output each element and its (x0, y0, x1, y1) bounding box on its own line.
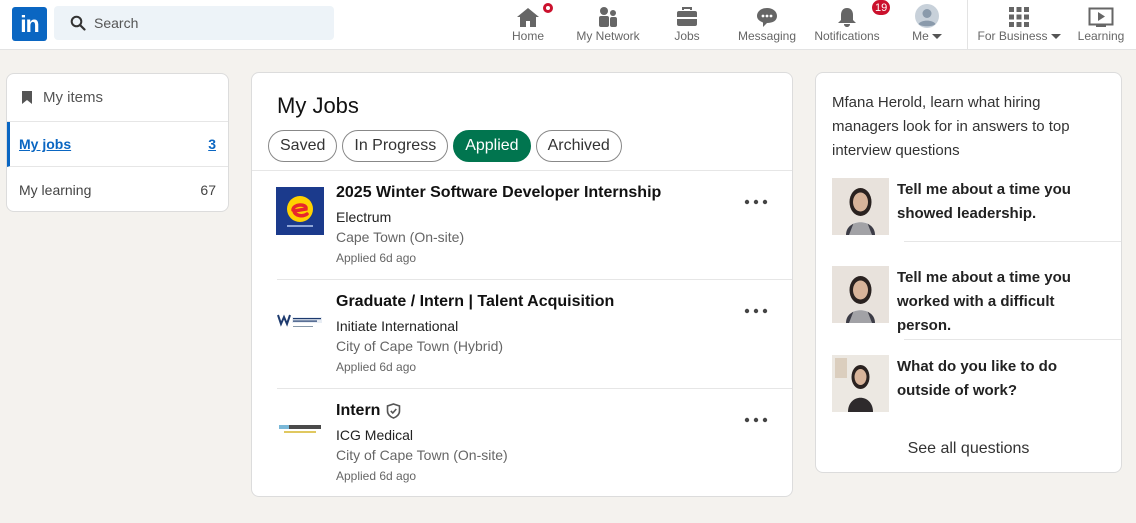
interview-prep-card: Mfana Herold, learn what hiring managers… (815, 72, 1122, 473)
nav-learning-label: Learning (1077, 29, 1125, 43)
page-title: My Jobs (277, 93, 359, 118)
video-thumbnail (832, 178, 889, 235)
icg-medical-logo-mark (279, 425, 321, 433)
my-items-header: My items (7, 74, 228, 122)
see-all-questions-link[interactable]: See all questions (816, 440, 1121, 458)
search-input[interactable] (94, 15, 324, 31)
question-text[interactable]: Tell me about a time you showed leadersh… (897, 178, 1107, 226)
filter-archived[interactable]: Archived (535, 130, 622, 162)
briefcase-icon (677, 7, 697, 26)
divider (904, 339, 1121, 340)
question-text[interactable]: What do you like to do outside of work? (897, 355, 1107, 403)
question-text[interactable]: Tell me about a time you worked with a d… (897, 266, 1107, 338)
my-jobs-card: My Jobs Saved In Progress Applied Archiv… (251, 72, 793, 497)
nav-jobs-label: Jobs (674, 29, 700, 43)
my-learning-link[interactable]: My learning (19, 182, 91, 198)
more-options-icon[interactable] (743, 413, 769, 427)
my-jobs-count: 3 (208, 136, 216, 152)
filter-in-progress[interactable]: In Progress (342, 130, 449, 162)
job-company: ICG Medical (336, 427, 414, 443)
nav-me[interactable]: Me (905, 0, 949, 50)
job-applied-time: Applied 6d ago (336, 360, 417, 374)
top-nav: in Home My Network Jobs Messaging 19 (0, 0, 1136, 50)
electrum-logo[interactable] (276, 187, 324, 235)
grid-icon (1009, 7, 1029, 27)
icg-medical-logo[interactable] (276, 405, 324, 453)
search-bar[interactable] (54, 6, 334, 40)
bell-icon (838, 8, 856, 27)
job-title[interactable]: Graduate / Intern | Talent Acquisition (336, 293, 614, 311)
job-item[interactable]: Graduate / Intern | Talent Acquisition I… (252, 280, 792, 389)
learning-icon (1088, 7, 1114, 27)
nav-my-network[interactable]: My Network (572, 0, 644, 50)
job-title[interactable]: 2025 Winter Software Developer Internshi… (336, 184, 661, 202)
home-icon (517, 8, 539, 27)
job-filter-pills: Saved In Progress Applied Archived (268, 130, 622, 162)
avatar (915, 4, 939, 28)
chevron-down-icon (1050, 33, 1061, 39)
my-items-row-jobs[interactable]: My jobs 3 (7, 122, 228, 167)
job-applied-time: Applied 6d ago (336, 251, 417, 265)
more-options-icon[interactable] (743, 195, 769, 209)
search-icon (70, 15, 86, 31)
nav-learning[interactable]: Learning (1075, 0, 1127, 50)
job-title[interactable]: Intern (336, 402, 401, 420)
job-applied-time: Applied 6d ago (336, 469, 417, 483)
job-item[interactable]: 2025 Winter Software Developer Internshi… (252, 171, 792, 280)
job-location: City of Cape Town (On-site) (336, 447, 508, 463)
nav-my-network-label: My Network (576, 29, 640, 43)
initiate-logo-mark (277, 314, 322, 327)
my-items-title: My items (43, 89, 103, 106)
my-items-row-learning[interactable]: My learning 67 (7, 167, 228, 211)
my-jobs-link[interactable]: My jobs (19, 136, 71, 152)
nav-notifications-label: Notifications (814, 29, 880, 43)
interview-prep-intro: Mfana Herold, learn what hiring managers… (832, 94, 1070, 159)
home-notification-dot (541, 1, 555, 15)
notifications-badge: 19 (871, 0, 892, 16)
job-company: Initiate International (336, 318, 459, 334)
video-thumbnail (832, 355, 889, 412)
nav-divider (967, 0, 968, 50)
job-location: Cape Town (On-site) (336, 229, 465, 245)
nav-me-label: Me (912, 29, 942, 43)
verified-shield-icon (387, 403, 401, 419)
nav-for-business[interactable]: For Business (977, 0, 1061, 50)
bookmark-icon (22, 91, 32, 104)
job-company: Electrum (336, 209, 392, 225)
nav-home-label: Home (511, 29, 544, 43)
job-location: City of Cape Town (Hybrid) (336, 338, 504, 354)
video-thumbnail (832, 266, 889, 323)
electrum-logo-mark (287, 196, 313, 227)
my-items-card: My items My jobs 3 My learning 67 (6, 73, 229, 212)
nav-messaging-label: Messaging (737, 29, 797, 43)
nav-jobs[interactable]: Jobs (666, 0, 708, 50)
filter-saved[interactable]: Saved (268, 130, 338, 162)
chevron-down-icon (931, 33, 942, 39)
messaging-icon (757, 8, 777, 27)
divider (904, 241, 1121, 242)
nav-messaging[interactable]: Messaging (737, 0, 797, 50)
job-item[interactable]: Intern ICG Medical City of Cape Town (On… (252, 389, 792, 498)
more-options-icon[interactable] (743, 304, 769, 318)
initiate-logo[interactable] (276, 296, 324, 344)
linkedin-logo[interactable]: in (12, 7, 47, 41)
nav-notifications[interactable]: 19 Notifications (811, 0, 892, 50)
filter-applied[interactable]: Applied (453, 130, 531, 162)
my-learning-count: 67 (200, 181, 216, 198)
nav-home[interactable]: Home (505, 0, 555, 50)
job-title-text[interactable]: Intern (336, 402, 380, 420)
nav-for-business-label: For Business (977, 29, 1061, 43)
network-icon (599, 7, 617, 27)
